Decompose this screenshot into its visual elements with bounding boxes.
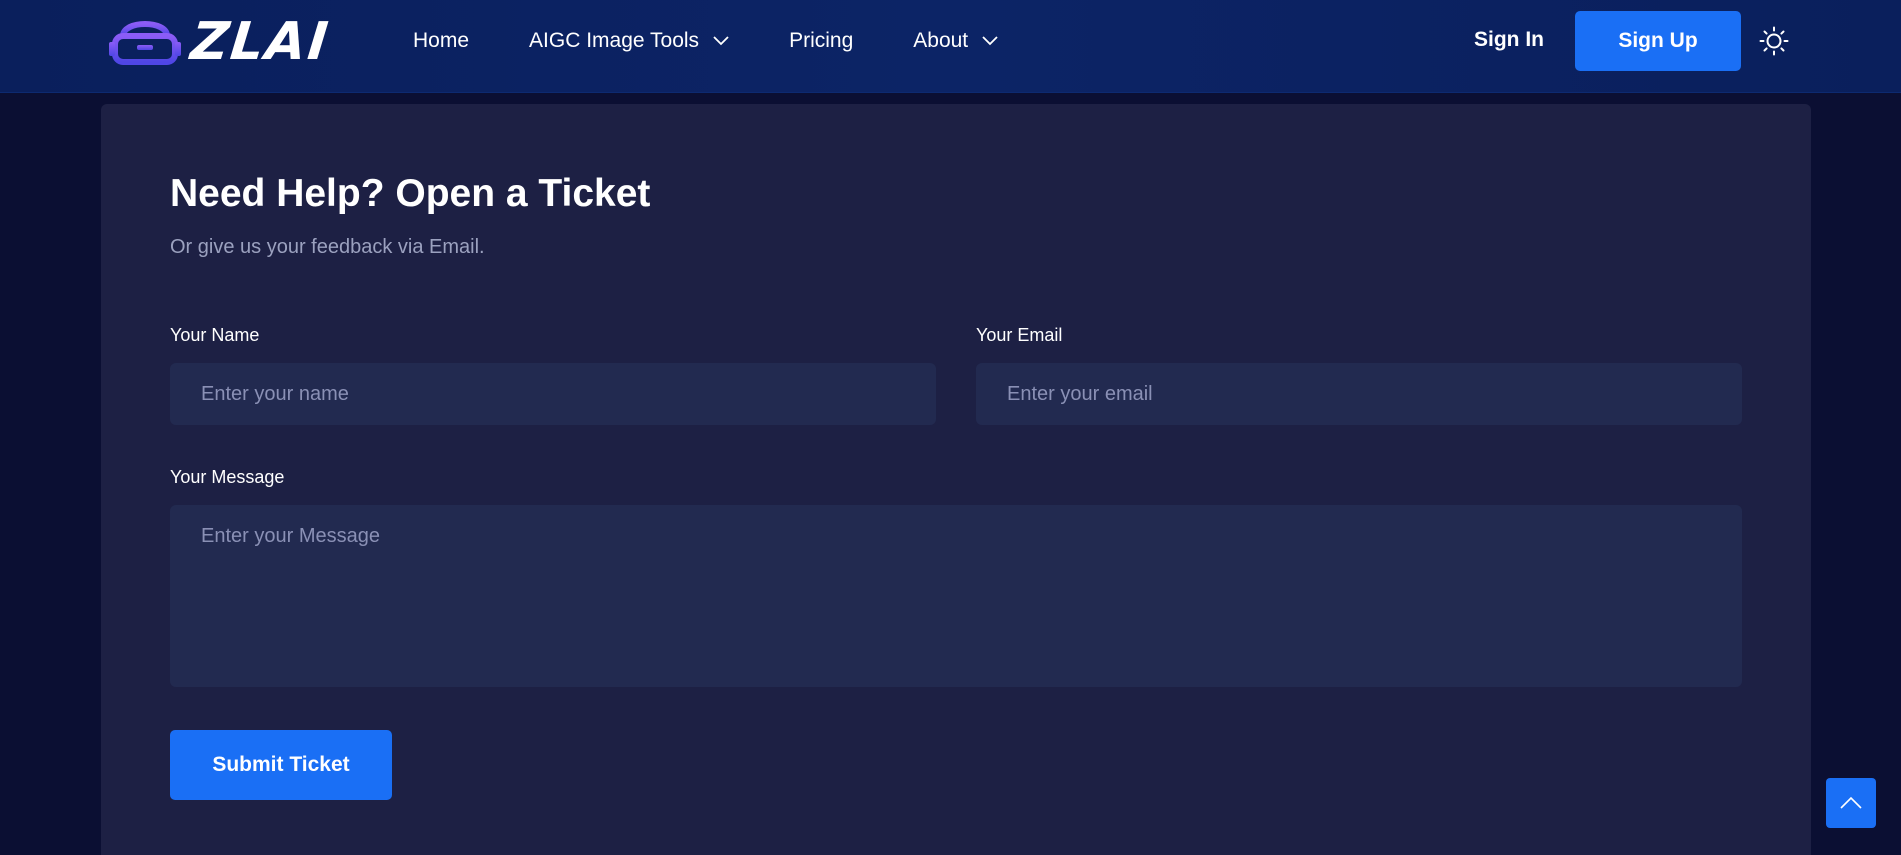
sign-in-link[interactable]: Sign In: [1474, 28, 1544, 52]
page-title: Need Help? Open a Ticket: [170, 172, 651, 215]
nav-about[interactable]: About: [913, 29, 998, 53]
nav-about-label: About: [913, 29, 969, 52]
email-label: Your Email: [976, 325, 1063, 345]
chevron-down-icon: [982, 36, 998, 46]
name-input-placeholder: Enter your name: [201, 382, 349, 405]
message-textarea[interactable]: Enter your Message: [170, 505, 1742, 687]
email-input-placeholder: Enter your email: [1007, 382, 1153, 405]
nav-home[interactable]: Home: [413, 29, 469, 53]
nav-pricing-label: Pricing: [789, 29, 854, 52]
nav-home-label: Home: [413, 29, 470, 52]
nav-pricing[interactable]: Pricing: [789, 29, 853, 53]
main-nav: Home AIGC Image Tools Pricing About: [413, 0, 1058, 82]
top-navbar: ZLAI Home AIGC Image Tools Pricing About…: [0, 0, 1901, 93]
chevron-up-icon: [1840, 796, 1862, 809]
name-label: Your Name: [170, 325, 260, 345]
name-input[interactable]: Enter your name: [170, 363, 936, 425]
logo[interactable]: ZLAI: [105, 12, 333, 72]
nav-aigc-image-tools-label: AIGC Image Tools: [529, 29, 700, 52]
message-label: Your Message: [170, 467, 285, 487]
submit-ticket-button[interactable]: Submit Ticket: [170, 730, 392, 800]
scroll-to-top-button[interactable]: [1826, 778, 1876, 828]
chevron-down-icon: [713, 36, 729, 46]
email-input[interactable]: Enter your email: [976, 363, 1742, 425]
vr-headset-logo-icon: [109, 21, 181, 65]
page-subtitle: Or give us your feedback via Email.: [170, 236, 485, 258]
nav-aigc-image-tools[interactable]: AIGC Image Tools: [529, 29, 729, 53]
sun-icon[interactable]: [1759, 26, 1789, 56]
message-textarea-placeholder: Enter your Message: [201, 525, 380, 547]
logo-text: ZLAI: [187, 12, 333, 72]
sign-up-button[interactable]: Sign Up: [1575, 11, 1741, 71]
